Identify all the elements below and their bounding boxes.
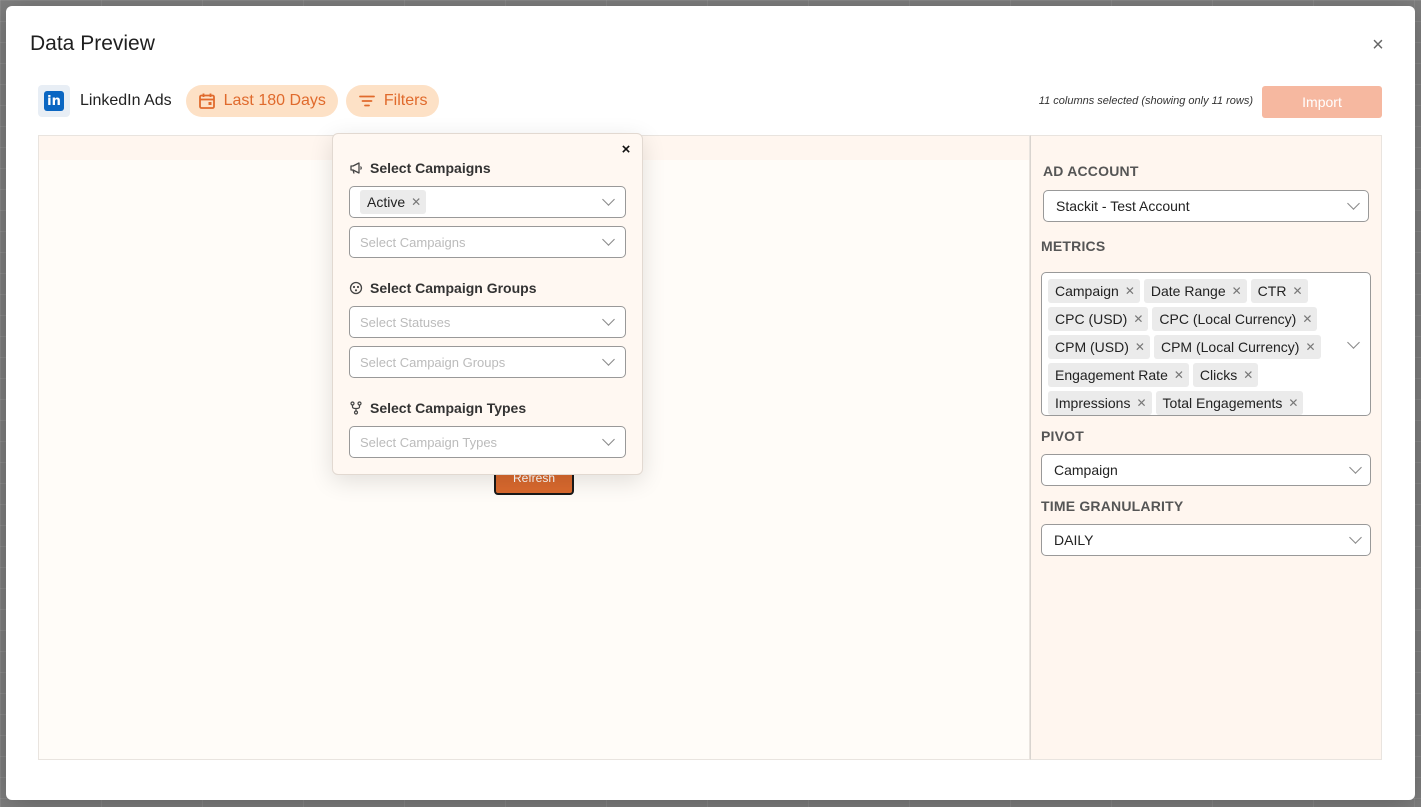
campaign-groups-select[interactable]: Select Campaign Groups [349, 346, 626, 378]
selected-columns-info: 11 columns selected (showing only 11 row… [1038, 95, 1253, 107]
import-button[interactable]: Import [1262, 86, 1382, 118]
statuses-select[interactable]: Select Statuses [349, 306, 626, 338]
chevron-down-icon [1347, 336, 1360, 349]
metric-tag-label: CTR [1257, 283, 1287, 299]
campaign-groups-title-text: Select Campaign Groups [370, 280, 537, 296]
pivot-label: PIVOT [1041, 428, 1085, 444]
metric-tag-label: Campaign [1055, 283, 1119, 299]
chevron-down-icon [1349, 531, 1362, 544]
campaign-groups-section-title: Select Campaign Groups [349, 280, 536, 296]
settings-panel: AD ACCOUNT Stackit - Test Account METRIC… [1030, 135, 1382, 760]
metric-tag-label: CPC (USD) [1055, 311, 1128, 327]
remove-tag-icon[interactable]: ✕ [1123, 284, 1135, 298]
metrics-multiselect[interactable]: Campaign ✕ Date Range ✕ CTR ✕ CPC (USD) ✕ CPC (L… [1041, 272, 1371, 416]
campaign-types-placeholder: Select Campaign Types [360, 434, 498, 450]
remove-tag-icon[interactable]: ✕ [1300, 312, 1312, 326]
campaigns-title-text: Select Campaigns [370, 160, 491, 176]
metrics-label: METRICS [1041, 238, 1106, 254]
time-granularity-value: DAILY [1054, 532, 1094, 548]
data-preview-modal: Data Preview × in LinkedIn Ads Last 180 … [6, 6, 1415, 800]
status-tag-label: Active [367, 194, 406, 210]
time-granularity-select[interactable]: DAILY [1041, 524, 1371, 556]
campaign-groups-placeholder: Select Campaign Groups [360, 354, 506, 370]
metric-tag-label: CPM (Local Currency) [1160, 339, 1300, 355]
chevron-down-icon [602, 433, 615, 446]
ad-account-label: AD ACCOUNT [1043, 163, 1139, 179]
time-granularity-label: TIME GRANULARITY [1041, 498, 1184, 514]
filters-label: Filters [383, 92, 428, 109]
date-range-button[interactable]: Last 180 Days [185, 85, 338, 117]
metric-tag: CPM (USD) ✕ [1048, 335, 1150, 359]
remove-tag-icon[interactable]: ✕ [1290, 284, 1302, 298]
metric-tag: Campaign ✕ [1048, 279, 1140, 303]
chevron-down-icon [602, 193, 615, 206]
metric-tag-label: Date Range [1150, 283, 1226, 299]
campaign-status-select[interactable]: Active ✕ [349, 186, 626, 218]
remove-tag-icon[interactable]: ✕ [1303, 340, 1315, 354]
metric-tag: Clicks ✕ [1192, 363, 1259, 387]
date-range-label: Last 180 Days [223, 92, 326, 109]
ad-account-value: Stackit - Test Account [1056, 198, 1190, 214]
linkedin-logo-text: in [44, 91, 64, 111]
metric-tag: Impressions ✕ [1048, 391, 1152, 415]
metric-tag: Total Engagements ✕ [1155, 391, 1304, 415]
chevron-down-icon [602, 353, 615, 366]
campaign-types-title-text: Select Campaign Types [370, 400, 527, 416]
remove-tag-icon[interactable]: ✕ [1172, 368, 1184, 382]
group-icon [349, 281, 363, 295]
modal-title: Data Preview [30, 32, 155, 55]
metric-tag-label: CPM (USD) [1055, 339, 1129, 355]
metric-tag-label: CPC (Local Currency) [1159, 311, 1297, 327]
pivot-select[interactable]: Campaign [1041, 454, 1371, 486]
ad-account-select[interactable]: Stackit - Test Account [1043, 190, 1369, 222]
remove-tag-icon[interactable]: ✕ [1133, 340, 1145, 354]
remove-tag-icon[interactable]: ✕ [1286, 396, 1298, 410]
chevron-down-icon [1349, 461, 1362, 474]
close-icon[interactable]: × [1367, 34, 1389, 56]
filters-popover: × Select Campaigns Active ✕ Select Campa… [332, 133, 643, 475]
pivot-value: Campaign [1054, 462, 1118, 478]
remove-tag-icon[interactable]: ✕ [1134, 396, 1146, 410]
metric-tag: Date Range ✕ [1143, 279, 1247, 303]
metric-tag-label: Engagement Rate [1055, 367, 1168, 383]
remove-tag-icon[interactable]: ✕ [409, 195, 421, 209]
remove-tag-icon[interactable]: ✕ [1230, 284, 1242, 298]
metric-tag-label: Clicks [1199, 367, 1238, 383]
campaigns-section-title: Select Campaigns [349, 160, 491, 176]
filter-icon [358, 92, 376, 110]
chevron-down-icon [602, 313, 615, 326]
status-tag-active: Active ✕ [360, 190, 427, 214]
campaign-types-select[interactable]: Select Campaign Types [349, 426, 626, 458]
chevron-down-icon [1347, 197, 1360, 210]
remove-tag-icon[interactable]: ✕ [1241, 368, 1253, 382]
source-name: LinkedIn Ads [80, 92, 172, 109]
metric-tag-label: Total Engagements [1162, 395, 1283, 411]
popover-close-icon[interactable]: × [618, 142, 634, 158]
campaign-types-section-title: Select Campaign Types [349, 400, 526, 416]
calendar-icon [198, 92, 216, 110]
metric-tag: CTR ✕ [1250, 279, 1308, 303]
linkedin-logo-icon: in [38, 85, 70, 117]
filters-button[interactable]: Filters [345, 85, 440, 117]
campaigns-placeholder: Select Campaigns [360, 234, 466, 250]
statuses-placeholder: Select Statuses [360, 314, 451, 330]
metric-tag: CPM (Local Currency) ✕ [1153, 335, 1321, 359]
campaigns-select[interactable]: Select Campaigns [349, 226, 626, 258]
megaphone-icon [349, 161, 363, 175]
branch-icon [349, 401, 363, 415]
chevron-down-icon [602, 233, 615, 246]
metric-tag: CPC (Local Currency) ✕ [1152, 307, 1318, 331]
metric-tag: CPC (USD) ✕ [1048, 307, 1149, 331]
metric-tag-label: Impressions [1055, 395, 1131, 411]
remove-tag-icon[interactable]: ✕ [1131, 312, 1143, 326]
metric-tag: Engagement Rate ✕ [1048, 363, 1189, 387]
toolbar: in LinkedIn Ads Last 180 Days Filters [38, 84, 440, 118]
